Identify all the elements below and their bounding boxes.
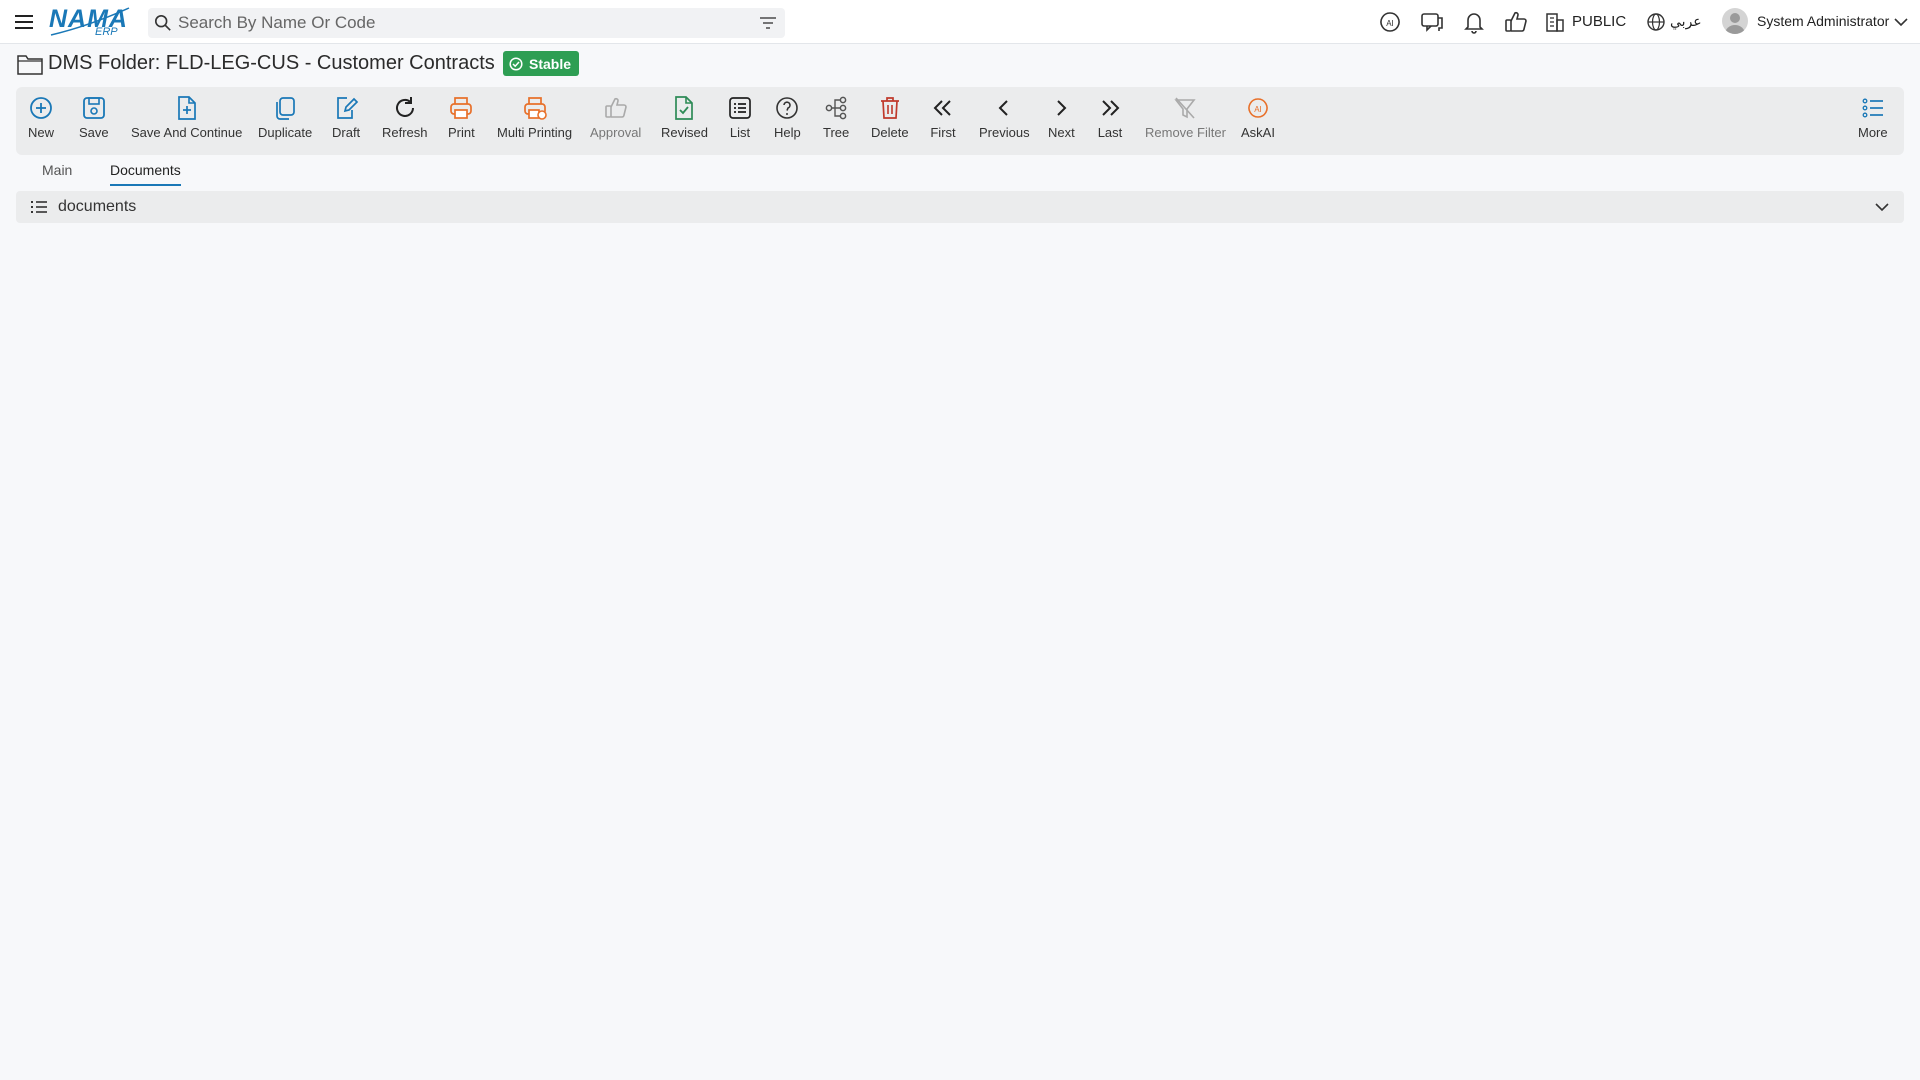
language-switch[interactable]: عربي (1670, 13, 1702, 30)
new-label: New (28, 125, 55, 140)
globe-icon (1647, 13, 1665, 31)
refresh-label: Refresh (382, 125, 428, 140)
chevron-right-icon (1057, 100, 1067, 116)
search-input[interactable] (178, 11, 738, 35)
print-button[interactable]: Print (448, 95, 475, 149)
section-title: documents (58, 198, 137, 215)
previous-label: Previous (979, 125, 1030, 140)
save-and-continue-label: Save And Continue (131, 125, 243, 140)
save-button[interactable]: Save (79, 95, 109, 149)
delete-label: Delete (871, 125, 909, 140)
global-search (148, 8, 785, 38)
chevron-left-icon (998, 100, 1008, 116)
more-button[interactable]: More (1858, 95, 1888, 149)
edit-document-icon (337, 97, 359, 119)
tree-icon (825, 96, 847, 120)
save-and-continue-button[interactable]: Save And Continue (131, 95, 242, 149)
folder-icon (17, 55, 43, 75)
more-list-icon (1862, 98, 1883, 118)
save-icon (82, 97, 105, 119)
double-chevron-right-icon (1102, 100, 1120, 116)
last-label: Last (1097, 125, 1123, 140)
askai-button[interactable]: AI AskAI (1241, 95, 1275, 149)
print-label: Print (448, 125, 475, 140)
revised-label: Revised (661, 125, 708, 140)
status-badge-label: Stable (529, 55, 572, 72)
avatar[interactable] (1722, 8, 1748, 34)
branch-selector[interactable]: PUBLIC (1572, 13, 1626, 30)
tab-documents[interactable]: Documents (110, 162, 181, 178)
first-button[interactable]: First (930, 95, 956, 149)
filter-off-icon (1174, 97, 1197, 119)
multi-printer-icon (523, 97, 547, 120)
search-icon (154, 14, 171, 31)
building-icon (1546, 13, 1564, 32)
file-check-icon (675, 96, 694, 120)
hamburger-icon[interactable] (12, 10, 36, 34)
tree-button[interactable]: Tree (823, 95, 849, 149)
new-button[interactable]: New (28, 95, 54, 149)
save-label: Save (79, 125, 109, 140)
ai-assistant-icon: AI (1248, 98, 1268, 118)
approval-thumbs-up-icon (604, 97, 627, 118)
next-button[interactable]: Next (1048, 95, 1075, 149)
copy-icon (276, 97, 295, 120)
remove-filter-label: Remove Filter (1145, 125, 1226, 140)
trash-icon (880, 97, 899, 119)
action-toolbar: New Save Save And Continue Duplicate Dra… (16, 87, 1904, 155)
next-label: Next (1048, 125, 1075, 140)
documents-section-header[interactable]: documents (16, 191, 1904, 223)
draft-button[interactable]: Draft (332, 95, 360, 149)
revised-button[interactable]: Revised (661, 95, 708, 149)
duplicate-button[interactable]: Duplicate (258, 95, 312, 149)
status-badge: Stable (503, 51, 580, 76)
duplicate-label: Duplicate (258, 125, 313, 140)
tab-main[interactable]: Main (42, 162, 72, 178)
ai-chat-icon[interactable]: AI (1377, 9, 1403, 35)
approval-button[interactable]: Approval (590, 95, 641, 149)
multi-printing-button[interactable]: Multi Printing (497, 95, 572, 149)
refresh-icon (395, 97, 414, 117)
top-bar: NAMA ERP AI PUBLIC (0, 0, 1920, 44)
nama-erp-logo[interactable]: NAMA ERP (49, 4, 131, 38)
askai-label: AskAI (1241, 125, 1275, 140)
active-tab-indicator (110, 184, 181, 186)
list-button[interactable]: List (727, 95, 753, 149)
user-name[interactable]: System Administrator (1757, 13, 1889, 29)
bell-icon[interactable] (1461, 9, 1487, 35)
multi-printing-label: Multi Printing (497, 125, 573, 140)
chevron-down-icon[interactable] (1874, 200, 1890, 214)
chat-icon[interactable] (1419, 9, 1445, 35)
file-plus-icon (177, 96, 196, 120)
remove-filter-button[interactable]: Remove Filter (1145, 95, 1226, 149)
chevron-down-icon[interactable] (1893, 14, 1909, 30)
svg-text:AI: AI (1386, 19, 1394, 28)
refresh-button[interactable]: Refresh (382, 95, 428, 149)
filter-icon[interactable] (759, 15, 777, 31)
last-button[interactable]: Last (1097, 95, 1123, 149)
delete-button[interactable]: Delete (871, 95, 909, 149)
user-avatar-icon (1725, 13, 1745, 34)
list-label: List (729, 125, 751, 140)
help-icon (776, 97, 799, 119)
plus-circle-icon (30, 97, 52, 119)
draft-label: Draft (332, 125, 361, 140)
more-label: More (1858, 125, 1888, 140)
list-icon (31, 201, 47, 213)
check-circle-icon (509, 56, 523, 71)
printer-icon (450, 97, 473, 119)
list-view-icon (729, 97, 751, 119)
tree-label: Tree (823, 125, 850, 140)
approval-label: Approval (590, 125, 642, 140)
logo-subtext: ERP (95, 26, 118, 38)
help-label: Help (774, 125, 801, 140)
first-label: First (930, 125, 956, 140)
thumbs-up-icon[interactable] (1503, 9, 1529, 35)
page-title: DMS Folder: FLD-LEG-CUS - Customer Contr… (48, 52, 495, 74)
svg-text:AI: AI (1254, 105, 1262, 114)
help-button[interactable]: Help (774, 95, 801, 149)
double-chevron-left-icon (933, 100, 951, 116)
previous-button[interactable]: Previous (979, 95, 1030, 149)
